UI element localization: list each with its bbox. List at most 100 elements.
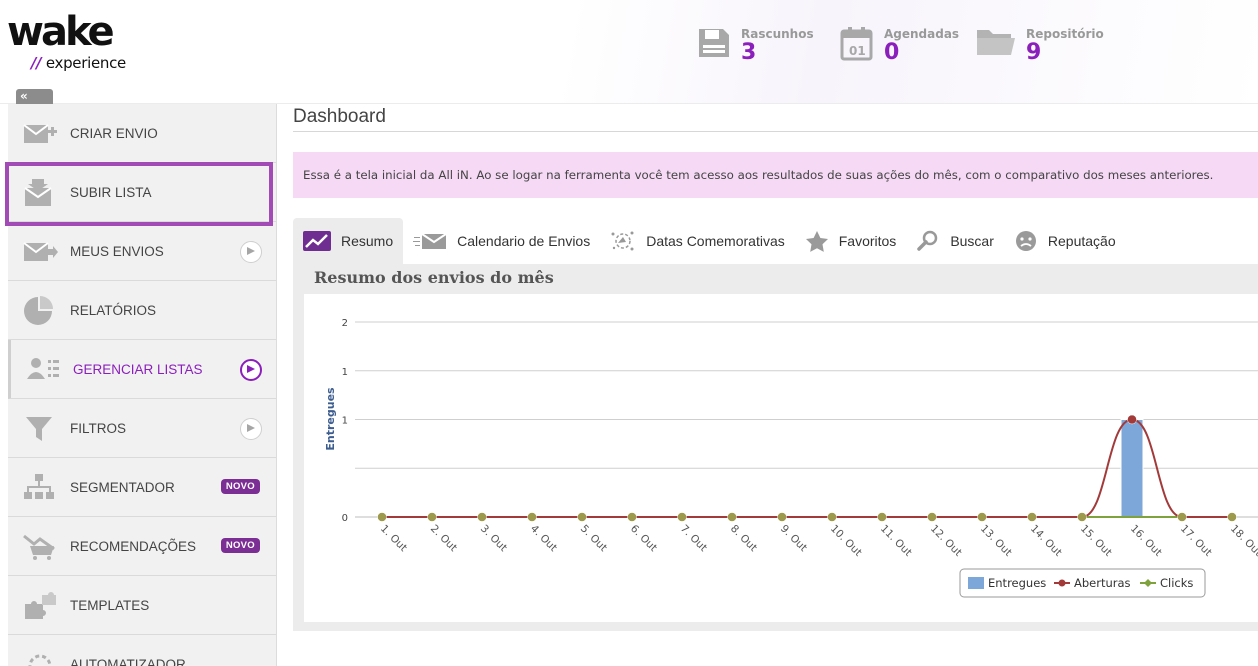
x-tick-label: 9. Out <box>778 523 809 554</box>
stat-agendadas[interactable]: 01 Agendadas 0 <box>840 26 959 64</box>
envelope-send-icon <box>23 242 58 261</box>
trend-chart-icon <box>303 231 331 251</box>
sidebar-item-label: FILTROS <box>70 420 127 436</box>
legend-label-clicks[interactable]: Clicks <box>1160 576 1193 590</box>
point-aberturas[interactable] <box>727 512 737 522</box>
resumo-chart: 0 1 1 2 Entregues 1. Out 2. Out 3. Out 4. Out 5. … <box>304 294 1258 622</box>
sidebar-item-label: RECOMENDAÇÕES <box>70 538 197 554</box>
x-tick-label: 11. Out <box>878 523 914 559</box>
point-aberturas[interactable] <box>977 512 987 522</box>
point-aberturas[interactable] <box>1177 512 1187 522</box>
point-aberturas[interactable] <box>577 512 587 522</box>
x-tick-label: 5. Out <box>578 523 609 554</box>
sidebar-item-criar-envio[interactable]: CRIAR ENVIO <box>8 104 276 163</box>
sidebar-item-relatorios[interactable]: RELATÓRIOS <box>8 281 276 340</box>
puzzle-icon <box>25 592 56 619</box>
x-tick-label: 16. Out <box>1128 523 1164 559</box>
tab-label: Reputação <box>1047 233 1116 249</box>
cart-trend-icon <box>23 534 55 560</box>
stat-repositorio[interactable]: Repositório 9 <box>976 26 1104 64</box>
collapse-sidebar-button[interactable]: « <box>16 89 53 104</box>
sidebar-item-meus-envios[interactable]: MEUS ENVIOS <box>8 222 276 281</box>
logo-sub-text: experience <box>45 54 126 72</box>
y-tick-label: 1 <box>342 416 348 427</box>
y-tick-label: 0 <box>342 513 348 524</box>
tab-datas-comemorativas[interactable]: Datas Comemorativas <box>600 218 795 264</box>
point-aberturas[interactable] <box>777 512 787 522</box>
floppy-disk-icon <box>699 29 729 57</box>
x-tick-label: 10. Out <box>828 523 864 559</box>
stat-value: 3 <box>741 40 757 65</box>
play-icon[interactable] <box>240 241 262 263</box>
tab-reputacao[interactable]: Reputação <box>1004 218 1126 264</box>
point-aberturas[interactable] <box>627 512 637 522</box>
sidebar-item-recomendacoes[interactable]: RECOMENDAÇÕES NOVO <box>8 517 276 576</box>
sidebar-item-label: SEGMENTADOR <box>70 479 175 495</box>
x-tick-label: 6. Out <box>628 523 659 554</box>
sidebar: CRIAR ENVIO SUBIR LISTA MEUS ENVIOS RELA… <box>8 104 277 666</box>
x-tick-label: 4. Out <box>528 523 559 554</box>
wake-logo[interactable]: wake // experience <box>7 12 126 72</box>
tab-label: Calendario de Envios <box>457 233 591 249</box>
automation-icon <box>28 654 52 666</box>
sidebar-item-label: CRIAR ENVIO <box>70 125 158 141</box>
point-aberturas[interactable] <box>927 512 937 522</box>
sidebar-item-filtros[interactable]: FILTROS <box>8 399 276 458</box>
point-aberturas[interactable] <box>1027 512 1037 522</box>
point-aberturas[interactable] <box>1127 414 1137 425</box>
stat-value: 9 <box>1026 40 1042 65</box>
play-icon[interactable] <box>240 418 262 440</box>
point-aberturas[interactable] <box>877 512 887 522</box>
x-tick-label: 14. Out <box>1028 523 1064 559</box>
sidebar-item-segmentador[interactable]: SEGMENTADOR NOVO <box>8 458 276 517</box>
bar-entregues[interactable] <box>1120 419 1144 518</box>
x-tick-label: 15. Out <box>1078 523 1114 559</box>
point-aberturas[interactable] <box>1077 512 1087 522</box>
point-aberturas[interactable] <box>527 512 537 522</box>
envelope-plus-icon <box>23 124 57 143</box>
sidebar-item-gerenciar-listas[interactable]: GERENCIAR LISTAS <box>8 340 276 399</box>
x-tick-label: 3. Out <box>478 523 509 554</box>
folder-icon <box>977 30 1015 55</box>
legend-label-aberturas[interactable]: Aberturas <box>1074 576 1131 590</box>
sidebar-item-subir-lista[interactable]: SUBIR LISTA <box>8 163 276 222</box>
point-aberturas[interactable] <box>477 512 487 522</box>
x-tick-label: 12. Out <box>928 523 964 559</box>
tab-resumo[interactable]: Resumo <box>293 218 404 264</box>
point-aberturas[interactable] <box>427 512 437 522</box>
list-users-icon <box>27 358 59 379</box>
sidebar-item-templates[interactable]: TEMPLATES <box>8 576 276 635</box>
sidebar-item-label: AUTOMATIZADOR <box>70 656 186 666</box>
info-banner: Essa é a tela inicial da All iN. Ao se l… <box>293 152 1258 198</box>
fast-envelope-icon <box>413 233 447 249</box>
play-icon[interactable] <box>240 359 262 381</box>
x-tick-label: 1. Out <box>378 523 409 554</box>
x-tick-label: 17. Out <box>1178 523 1214 559</box>
legend-swatch-entregues <box>968 577 984 589</box>
point-aberturas[interactable] <box>1227 512 1237 522</box>
sidebar-item-label: TEMPLATES <box>70 597 150 613</box>
party-icon <box>611 231 634 251</box>
calendar-icon: 01 <box>840 27 873 61</box>
face-icon <box>1015 231 1036 251</box>
y-tick-label: 1 <box>342 367 348 378</box>
point-aberturas[interactable] <box>377 512 387 522</box>
magnifier-icon <box>917 230 938 251</box>
panel-title: Resumo dos envios do mês <box>314 268 554 287</box>
point-aberturas[interactable] <box>827 512 837 522</box>
tab-favoritos[interactable]: Favoritos <box>795 218 907 264</box>
point-aberturas[interactable] <box>677 512 687 522</box>
dashboard-tabs: Resumo Calendario de Envios Datas Comemo… <box>293 218 1258 264</box>
chart-svg: 0 1 1 2 Entregues 1. Out 2. Out 3. Out 4. Out 5. … <box>324 318 1258 598</box>
legend-marker-aberturas <box>1058 579 1066 587</box>
stat-rascunhos[interactable]: Rascunhos 3 <box>697 26 814 64</box>
sidebar-item-automatizador[interactable]: AUTOMATIZADOR <box>8 635 276 666</box>
main-content: Dashboard Essa é a tela inicial da All i… <box>293 104 1258 631</box>
sidebar-item-label: RELATÓRIOS <box>70 302 157 318</box>
tab-buscar[interactable]: Buscar <box>906 218 1004 264</box>
tab-calendario-envios[interactable]: Calendario de Envios <box>403 218 600 264</box>
envelope-upload-icon <box>24 179 52 206</box>
logo-slash: // <box>31 54 42 72</box>
legend-label-entregues[interactable]: Entregues <box>988 576 1046 590</box>
funnel-icon <box>26 417 52 441</box>
